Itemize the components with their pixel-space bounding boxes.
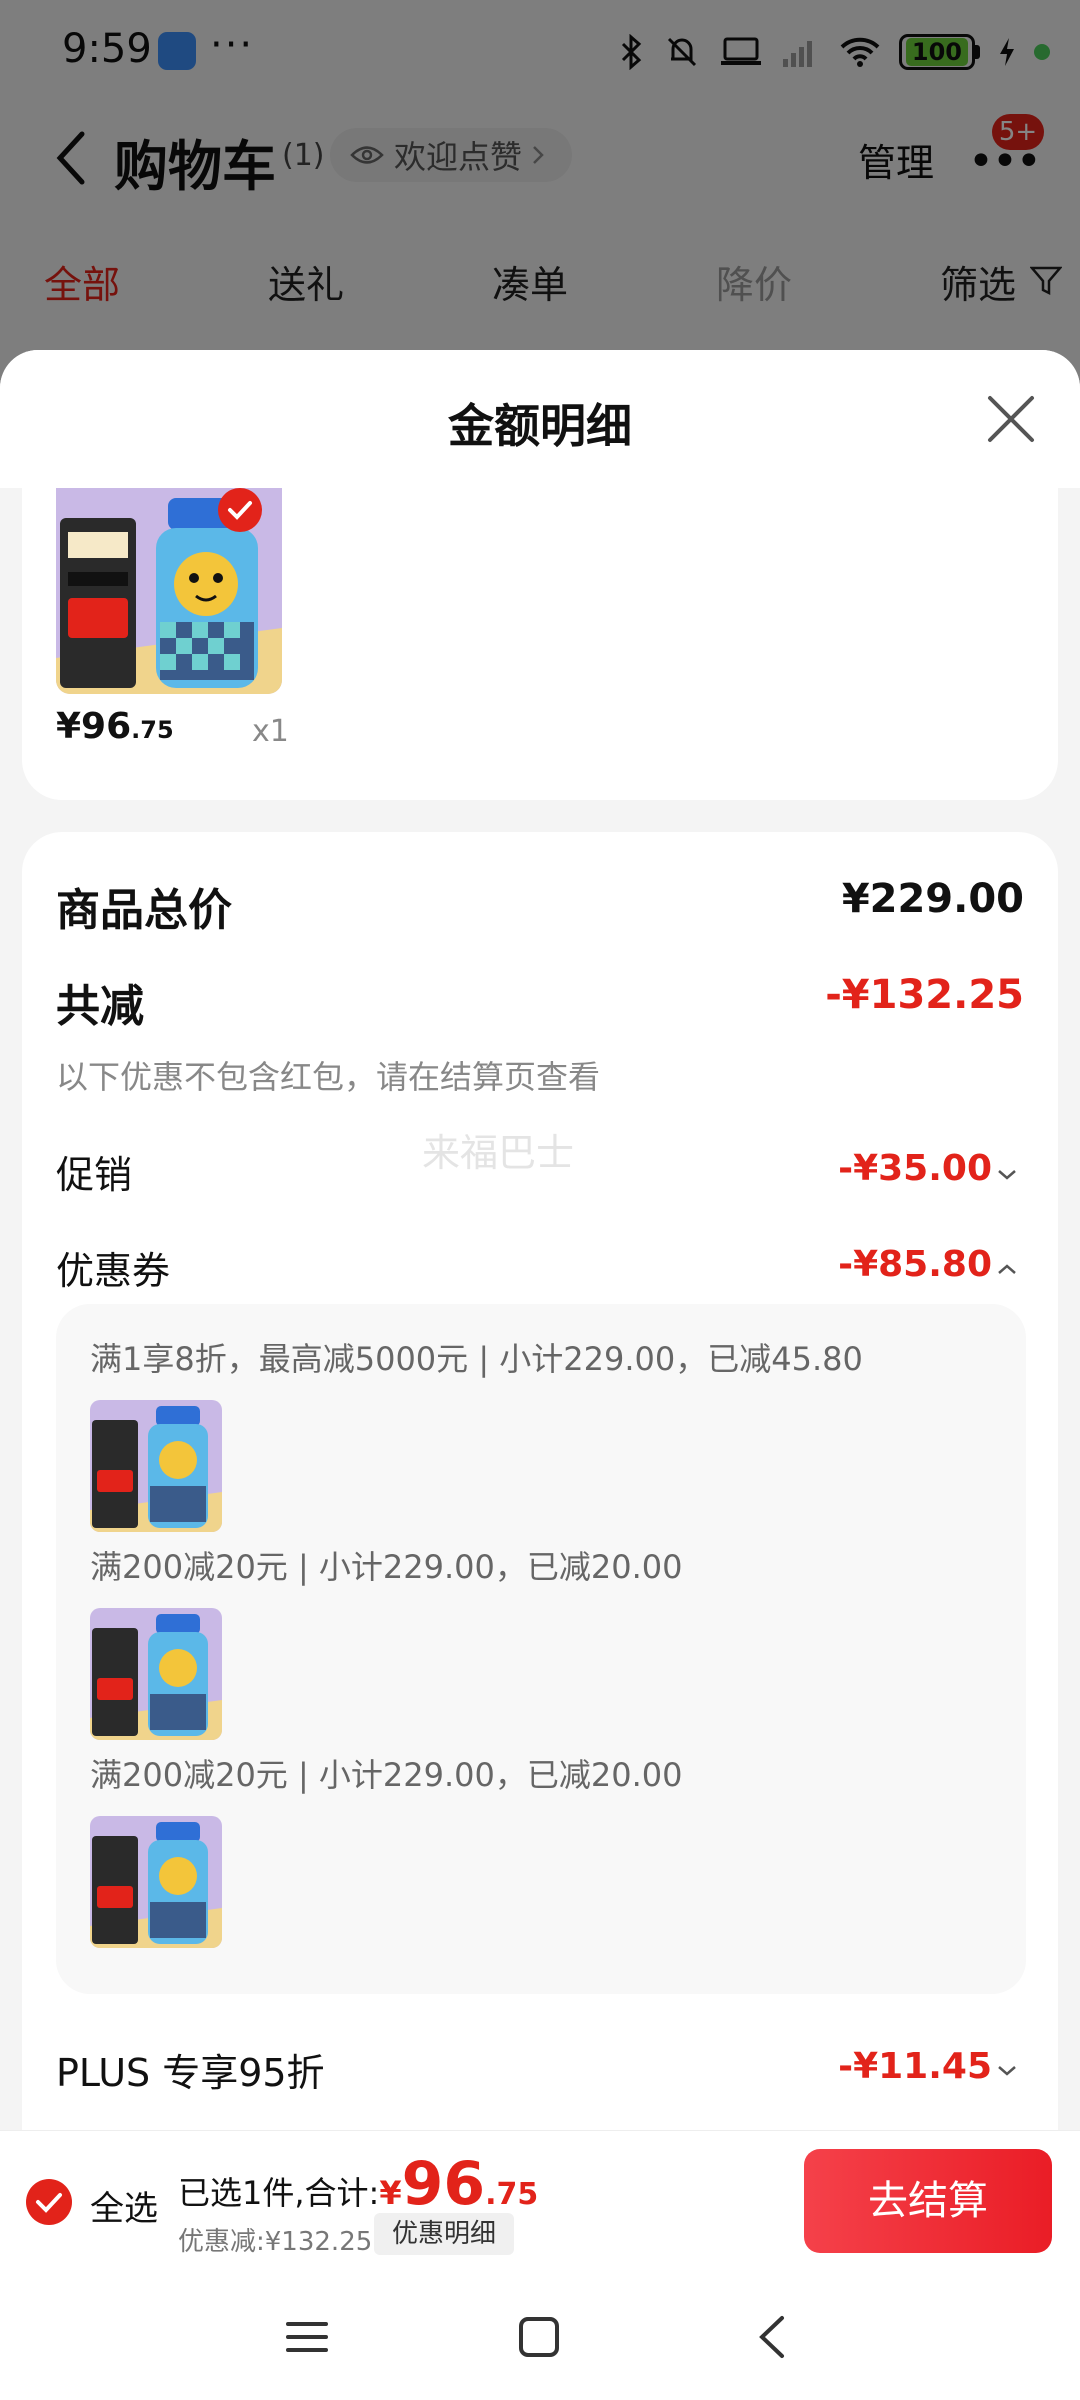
- total-currency: ¥: [379, 2174, 402, 2212]
- promo-label: 促销: [56, 1153, 133, 1197]
- coupon-detail-panel: 满1享8折，最高减5000元 | 小计229.00，已减45.80 满200减2…: [56, 1304, 1026, 1994]
- chevron-down-icon: [998, 1170, 1016, 1180]
- promo-value: -¥35.00: [838, 1148, 992, 1189]
- product-price: ¥96.75: [56, 706, 174, 747]
- coupon-line: 满200减20元 | 小计229.00，已减20.00: [90, 1548, 683, 1586]
- reduce-note: 以下优惠不包含红包，请在结算页查看: [56, 1058, 601, 1096]
- total-summary: 已选1件,合计:¥96.75: [178, 2149, 538, 2219]
- plus-label: PLUS 专享95折: [56, 2051, 325, 2095]
- summary-label: 已选1件,合计:: [178, 2174, 380, 2212]
- coupon-product-image: [90, 1608, 222, 1740]
- sheet-header: 金额明细: [0, 350, 1080, 488]
- total-value: ¥229.00: [841, 876, 1024, 922]
- total-dec: .75: [485, 2177, 539, 2212]
- product-price-int: ¥96: [56, 706, 132, 747]
- checkout-button[interactable]: 去结算: [804, 2149, 1052, 2253]
- system-nav-bar: [0, 2268, 1080, 2400]
- select-all-label[interactable]: 全选: [90, 2181, 158, 2230]
- total-label: 商品总价: [56, 885, 232, 936]
- reduce-value: -¥132.25: [825, 972, 1024, 1018]
- watermark: 来福巴士: [422, 1131, 575, 1175]
- plus-value: -¥11.45: [838, 2046, 992, 2087]
- sheet-title: 金额明细: [448, 399, 632, 453]
- select-all-check-icon[interactable]: [26, 2179, 72, 2225]
- coupon-line: 满1享8折，最高减5000元 | 小计229.00，已减45.80: [90, 1340, 863, 1378]
- product-price-dec: .75: [131, 716, 174, 744]
- checkout-bar: 全选 已选1件,合计:¥96.75 优惠减:¥132.25 优惠明细 去结算: [0, 2130, 1080, 2269]
- total-int: 96: [401, 2149, 486, 2219]
- menu-icon[interactable]: [282, 2312, 332, 2362]
- amount-detail-sheet: 金额明细 ¥96.75 x1 商品总价 ¥229.00 共减 -¥132.25 …: [0, 350, 1080, 2130]
- discount-summary: 优惠减:¥132.25: [178, 2227, 373, 2257]
- amount-detail-card: 商品总价 ¥229.00 共减 -¥132.25 以下优惠不包含红包，请在结算页…: [22, 832, 1058, 2130]
- chevron-down-icon: [998, 2066, 1016, 2076]
- reduce-label: 共减: [56, 981, 144, 1032]
- close-icon[interactable]: [986, 394, 1036, 444]
- coupon-value: -¥85.80: [838, 1244, 992, 1285]
- home-icon[interactable]: [514, 2312, 564, 2362]
- coupon-product-image: [90, 1400, 222, 1532]
- discount-detail-button[interactable]: 优惠明细: [374, 2213, 515, 2255]
- product-qty: x1: [252, 714, 289, 749]
- product-card: ¥96.75 x1: [22, 488, 1058, 800]
- back-nav-icon[interactable]: [748, 2312, 798, 2362]
- chevron-up-icon: [998, 1264, 1016, 1274]
- coupon-line: 满200减20元 | 小计229.00，已减20.00: [90, 1756, 683, 1794]
- selected-check-icon[interactable]: [218, 488, 262, 532]
- coupon-label: 优惠券: [56, 1249, 171, 1293]
- coupon-product-image: [90, 1816, 222, 1948]
